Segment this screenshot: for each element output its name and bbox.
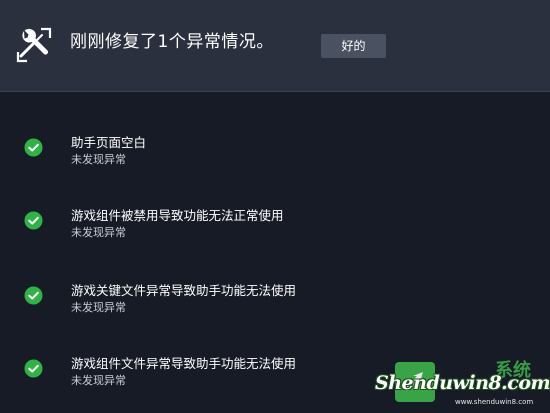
check-circle-icon	[24, 211, 43, 230]
check-item-status: 未发现异常	[71, 153, 126, 166]
check-item-page-blank: 助手页面空白 未发现异常	[0, 134, 550, 184]
check-item-title: 助手页面空白	[71, 135, 147, 150]
check-item-key-file: 游戏关键文件异常导致助手功能无法使用 未发现异常	[0, 282, 550, 332]
watermark-text: Shenduwin8.com	[375, 372, 550, 394]
check-circle-icon	[24, 138, 43, 157]
repair-header: 刚刚修复了1个异常情况。 好的	[0, 0, 550, 92]
watermark-url: www.shenduwin8.com	[455, 398, 534, 406]
check-item-status: 未发现异常	[71, 301, 126, 314]
check-item-status: 未发现异常	[71, 374, 126, 387]
check-circle-icon	[24, 286, 43, 305]
check-item-title: 游戏关键文件异常导致助手功能无法使用	[71, 283, 297, 298]
repair-window: 刚刚修复了1个异常情况。 好的 助手页面空白 未发现异常 游戏组件被禁用导致功能…	[0, 0, 550, 413]
wrench-repair-icon	[15, 26, 53, 64]
check-item-component-disabled: 游戏组件被禁用导致功能无法正常使用 未发现异常	[0, 207, 550, 257]
check-item-title: 游戏组件被禁用导致功能无法正常使用	[71, 208, 284, 223]
repair-summary-title: 刚刚修复了1个异常情况。	[70, 32, 274, 52]
check-item-status: 未发现异常	[71, 226, 126, 239]
ok-button[interactable]: 好的	[321, 34, 386, 58]
site-watermark: 系统 Shenduwin8.com www.shenduwin8.com	[375, 352, 550, 413]
check-circle-icon	[24, 359, 43, 378]
check-item-title: 游戏组件文件异常导致助手功能无法使用	[71, 356, 297, 371]
